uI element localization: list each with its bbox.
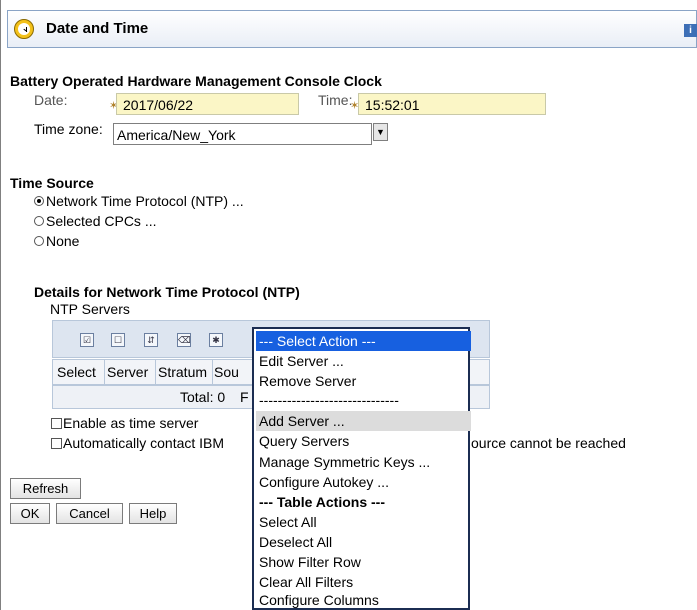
menu-item-query-servers[interactable]: Query Servers (256, 431, 471, 451)
time-field[interactable]: 15:52:01 (358, 93, 546, 115)
cancel-button[interactable]: Cancel (56, 503, 123, 524)
column-header-source[interactable]: Sou (214, 364, 239, 380)
dropdown-selected-option[interactable]: --- Select Action --- (256, 331, 471, 351)
configure-columns-icon[interactable]: ✱ (209, 333, 223, 347)
timezone-select[interactable]: America/New_York (113, 123, 372, 145)
total-count: Total: 0 (180, 389, 226, 405)
checkbox-icon[interactable] (51, 437, 62, 449)
radio-icon[interactable] (34, 196, 44, 207)
menu-item-select-all[interactable]: Select All (256, 512, 471, 532)
filter-row-icon[interactable]: ⇵ (144, 333, 158, 347)
radio-icon[interactable] (34, 216, 44, 227)
radio-ntp[interactable]: Network Time Protocol (NTP) ... (34, 193, 244, 209)
menu-item-configure-autokey[interactable]: Configure Autokey ... (256, 472, 471, 492)
select-all-icon[interactable]: ☑ (80, 333, 94, 347)
help-button[interactable]: Help (129, 503, 177, 524)
radio-none-label: None (46, 233, 80, 249)
auto-contact-label: Automatically contact IBM (63, 435, 225, 451)
radio-none[interactable]: None (34, 233, 79, 249)
clock-icon (14, 19, 34, 39)
menu-item-add-server[interactable]: Add Server ... (256, 411, 471, 431)
radio-cpcs-label: Selected CPCs ... (46, 213, 157, 229)
chevron-down-icon[interactable]: ▼ (373, 123, 388, 141)
menu-item-show-filter-row[interactable]: Show Filter Row (256, 552, 471, 572)
ntp-servers-label: NTP Servers (50, 301, 130, 317)
total-trailing: F (240, 389, 249, 405)
menu-item-clear-all-filters[interactable]: Clear All Filters (256, 572, 471, 592)
date-label: Date: (34, 92, 68, 108)
radio-selected-cpcs[interactable]: Selected CPCs ... (34, 213, 157, 229)
window-left-border (0, 0, 1, 610)
radio-icon[interactable] (34, 236, 44, 247)
column-header-select[interactable]: Select (57, 364, 96, 380)
enable-time-server[interactable]: Enable as time server (51, 415, 198, 431)
checkbox-icon[interactable] (51, 417, 62, 429)
enable-time-server-label: Enable as time server (63, 415, 199, 431)
menu-item-configure-columns[interactable]: Configure Columns (256, 592, 471, 608)
column-header-server[interactable]: Server (107, 364, 148, 380)
menu-item-deselect-all[interactable]: Deselect All (256, 532, 471, 552)
select-action-dropdown[interactable]: --- Select Action --- Edit Server ... Re… (252, 327, 471, 610)
menu-header-table-actions: --- Table Actions --- (259, 494, 385, 510)
auto-contact-ibm[interactable]: Automatically contact IBM (51, 435, 224, 451)
column-header-stratum[interactable]: Stratum (158, 364, 207, 380)
clear-filter-icon[interactable]: ⌫ (177, 333, 191, 347)
ok-button[interactable]: OK (10, 503, 50, 524)
radio-ntp-label: Network Time Protocol (NTP) ... (46, 193, 244, 209)
menu-item-edit-server[interactable]: Edit Server ... (256, 351, 471, 371)
time-label: Time: (318, 92, 353, 108)
menu-item-manage-symmetric-keys[interactable]: Manage Symmetric Keys ... (256, 452, 471, 472)
info-icon[interactable]: i (684, 24, 697, 37)
menu-separator: ------------------------------ (259, 392, 399, 408)
auto-contact-label-suffix: ource cannot be reached (471, 435, 626, 451)
clock-section-title: Battery Operated Hardware Management Con… (10, 73, 382, 89)
timezone-label: Time zone: (34, 121, 103, 137)
page-title: Date and Time (46, 20, 149, 37)
date-field[interactable]: 2017/06/22 (116, 93, 299, 115)
menu-item-remove-server[interactable]: Remove Server (256, 371, 471, 391)
refresh-button[interactable]: Refresh (10, 478, 81, 499)
ntp-details-title: Details for Network Time Protocol (NTP) (34, 284, 300, 300)
time-source-title: Time Source (10, 175, 94, 191)
deselect-all-icon[interactable]: ☐ (111, 333, 125, 347)
